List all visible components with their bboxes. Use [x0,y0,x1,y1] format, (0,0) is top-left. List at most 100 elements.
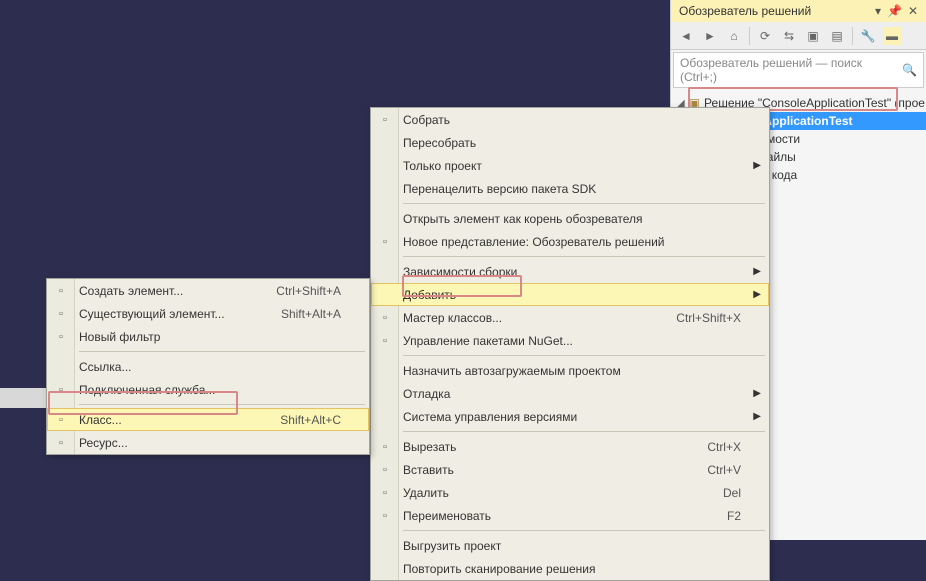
main-menu-item-label: Вырезать [403,440,456,454]
shortcut-label: Shift+Alt+C [280,413,341,427]
main-menu-item[interactable]: Зависимости сборки ▶ [371,260,769,283]
selected-tool-icon[interactable]: ▬ [883,27,901,45]
class-wizard-icon: ▫ [377,310,393,326]
dropdown-icon[interactable]: ▾ [875,4,881,18]
shortcut-label: Del [723,486,741,500]
home-icon[interactable]: ⌂ [725,27,743,45]
main-menu-item-label: Новое представление: Обозреватель решени… [403,235,664,249]
sub-menu-item-label: Создать элемент... [79,284,183,298]
context-menu-main: ▫ Собрать Пересобрать Только проект ▶ Перенац… [370,107,770,581]
main-menu-item[interactable]: Отладка ▶ [371,382,769,405]
main-menu-item-label: Выгрузить проект [403,539,501,553]
shortcut-label: Ctrl+V [707,463,741,477]
main-menu-item[interactable]: Назначить автозагружаемым проектом [371,359,769,382]
main-menu-item[interactable]: Выгрузить проект [371,534,769,557]
properties-icon[interactable]: 🔧 [859,27,877,45]
main-menu-item[interactable]: ▫ Управление пакетами NuGet... [371,329,769,352]
sub-menu-item[interactable]: ▫Подключенная служба... [47,378,369,401]
sub-menu-item[interactable]: ▫Существующий элемент...Shift+Alt+A [47,302,369,325]
sub-menu-item[interactable]: ▫ Новый фильтр [47,325,369,348]
main-menu-item[interactable]: ▫ Переименовать F2 [371,504,769,527]
existing-item-icon: ▫ [53,306,69,322]
submenu-arrow-icon: ▶ [753,160,761,171]
build-icon: ▫ [377,112,393,128]
main-menu-item[interactable]: Перенацелить версию пакета SDK [371,177,769,200]
sub-menu-item-label: Новый фильтр [79,330,160,344]
main-menu-item-label: Открыть элемент как корень обозревателя [403,212,643,226]
collapse-icon[interactable]: ▣ [804,27,822,45]
connected-service-icon: ▫ [53,382,69,398]
sub-menu-item[interactable]: ▫ Ресурс... [47,431,369,454]
main-menu-item-label: Назначить автозагружаемым проектом [403,364,621,378]
cut-icon: ▫ [377,439,393,455]
sub-menu-item[interactable]: Ссылка... [47,355,369,378]
sub-menu-item-label: Ресурс... [79,436,128,450]
main-menu-item-label: Переименовать [403,509,491,523]
main-menu-separator [371,200,769,207]
ide-background-strip [0,388,50,408]
solution-explorer-toolbar: ◄ ► ⌂ ⟳ ⇆ ▣ ▤ 🔧 ▬ [671,22,926,50]
submenu-arrow-icon: ▶ [753,266,761,277]
main-menu-item-label: Собрать [403,113,450,127]
main-menu-item[interactable]: Добавить ▶ [371,283,769,306]
shortcut-label: Ctrl+Shift+A [276,284,341,298]
main-menu-item[interactable]: Пересобрать [371,131,769,154]
shortcut-label: Ctrl+X [707,440,741,454]
class-icon: ▫ [53,412,69,428]
search-icon[interactable]: 🔍 [902,63,917,77]
panel-controls: ▾ 📌 ✕ [875,4,918,18]
main-menu-item-label: Мастер классов... [403,311,502,325]
sub-menu-item[interactable]: ▫Создать элемент...Ctrl+Shift+A [47,279,369,302]
main-menu-item[interactable]: Повторить сканирование решения [371,557,769,580]
sub-menu-item-label: Ссылка... [79,360,131,374]
submenu-arrow-icon: ▶ [753,289,761,300]
rename-icon: ▫ [377,508,393,524]
close-icon[interactable]: ✕ [908,4,918,18]
main-menu-item[interactable]: Только проект ▶ [371,154,769,177]
sync-icon[interactable]: ⇆ [780,27,798,45]
main-menu-item-label: Отладка [403,387,450,401]
shortcut-label: Ctrl+Shift+X [676,311,741,325]
solution-explorer-title: Обозреватель решений [679,4,811,18]
paste-icon: ▫ [377,462,393,478]
main-menu-item-label: Управление пакетами NuGet... [403,334,573,348]
back-icon[interactable]: ◄ [677,27,695,45]
submenu-arrow-icon: ▶ [753,388,761,399]
main-menu-item-label: Перенацелить версию пакета SDK [403,182,596,196]
main-menu-item[interactable]: Система управления версиями ▶ [371,405,769,428]
refresh-icon[interactable]: ⟳ [756,27,774,45]
sub-menu-item[interactable]: ▫ Класс... Shift+Alt+C [47,408,369,431]
context-menu-add: ▫ Создать элемент... Ctrl+Shift+A ▫Существу… [46,278,370,455]
main-menu-item-label: Система управления версиями [403,410,577,424]
main-menu-item-label: Зависимости сборки [403,265,517,279]
solution-explorer-search[interactable]: Обозреватель решений — поиск (Ctrl+;) 🔍 [673,52,924,88]
main-menu-item-label: Добавить [403,288,456,302]
shortcut-label: F2 [727,509,741,523]
main-menu-separator [371,428,769,435]
main-menu-item-label: Пересобрать [403,136,476,150]
submenu-arrow-icon: ▶ [753,411,761,422]
sub-menu-separator [47,348,369,355]
forward-icon[interactable]: ► [701,27,719,45]
main-menu-item-label: Только проект [403,159,482,173]
main-menu-item-label: Вставить [403,463,454,477]
shortcut-label: Shift+Alt+A [281,307,341,321]
main-menu-separator [371,527,769,534]
sub-menu-item-label: Класс... [79,413,122,427]
show-all-icon[interactable]: ▤ [828,27,846,45]
main-menu-item[interactable]: ▫ Новое представление: Обозреватель решен… [371,230,769,253]
solution-explorer-titlebar: Обозреватель решений ▾ 📌 ✕ [671,0,926,22]
main-menu-item[interactable]: ▫ Мастер классов... Ctrl+Shift+X [371,306,769,329]
main-menu-item[interactable]: ▫ Удалить Del [371,481,769,504]
new-filter-icon: ▫ [53,329,69,345]
new-view-icon: ▫ [377,234,393,250]
pin-icon[interactable]: 📌 [887,4,902,18]
main-menu-item[interactable]: ▫ Собрать [371,108,769,131]
nuget-icon: ▫ [377,333,393,349]
resource-icon: ▫ [53,435,69,451]
main-menu-item[interactable]: ▫ Вырезать Ctrl+X [371,435,769,458]
delete-icon: ▫ [377,485,393,501]
main-menu-item[interactable]: Открыть элемент как корень обозревателя [371,207,769,230]
main-menu-item[interactable]: ▫ Вставить Ctrl+V [371,458,769,481]
main-menu-item-label: Удалить [403,486,449,500]
